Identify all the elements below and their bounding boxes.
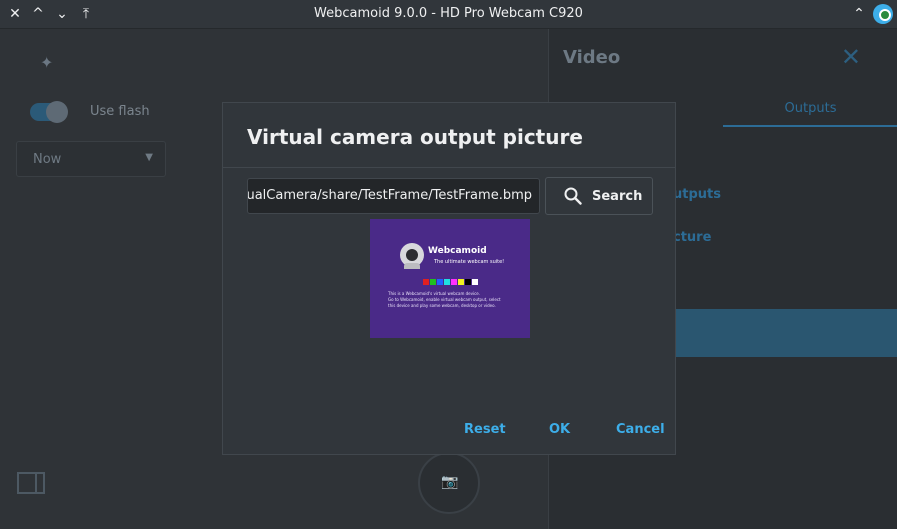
picture-path-input[interactable]: tualCamera/share/TestFrame/TestFrame.bmp	[247, 178, 540, 214]
color-bars	[423, 279, 479, 285]
output-picture-dialog: Virtual camera output picture tualCamera…	[222, 102, 676, 455]
timer-value: Now	[33, 152, 62, 167]
timer-dropdown[interactable]: Now ▼	[16, 141, 166, 177]
output-picture-option[interactable]: cture	[673, 230, 711, 245]
webcamoid-icon[interactable]	[873, 4, 893, 24]
color-bar	[451, 279, 457, 285]
color-bar	[444, 279, 450, 285]
color-bar	[437, 279, 443, 285]
color-bar	[423, 279, 429, 285]
picture-path-value: tualCamera/share/TestFrame/TestFrame.bmp	[247, 188, 532, 203]
dialog-divider	[223, 167, 675, 168]
selected-device-row[interactable]	[673, 309, 897, 357]
use-flash-switch[interactable]	[30, 101, 68, 123]
outputs-option[interactable]: utputs	[673, 187, 721, 202]
output-picture-preview: Webcamoid The ultimate webcam suite! Thi…	[370, 219, 530, 338]
title-bar: ✕ ^ ⌄ ⤒ Webcamoid 9.0.0 - HD Pro Webcam …	[0, 0, 897, 29]
dialog-title: Virtual camera output picture	[247, 125, 583, 149]
camera-icon: 📷	[441, 474, 459, 490]
use-flash-label: Use flash	[90, 104, 150, 119]
active-tab-indicator	[723, 125, 897, 127]
search-button[interactable]: Search	[545, 177, 653, 215]
preview-text-line: Go to Webcamoid, enable virtual webcam o…	[388, 297, 501, 302]
preview-text-line: This is a Webcamoid's virtual webcam dev…	[388, 291, 481, 296]
tab-outputs[interactable]: Outputs	[723, 101, 897, 116]
take-photo-button[interactable]: 📷	[418, 452, 480, 514]
reset-button[interactable]: Reset	[464, 422, 506, 437]
preview-brand: Webcamoid	[428, 246, 487, 256]
search-icon	[564, 187, 582, 205]
color-bar	[430, 279, 436, 285]
magic-wand-icon[interactable]: ✦	[40, 53, 53, 72]
sidebar-toggle-icon[interactable]	[16, 469, 48, 497]
color-bar	[465, 279, 471, 285]
cancel-button[interactable]: Cancel	[616, 422, 665, 437]
window-title: Webcamoid 9.0.0 - HD Pro Webcam C920	[314, 6, 583, 21]
ok-button[interactable]: OK	[549, 422, 570, 437]
webcam-logo-stand	[404, 263, 420, 269]
preview-tagline: The ultimate webcam suite!	[434, 259, 505, 265]
chevron-down-icon: ▼	[145, 152, 153, 163]
color-bar	[472, 279, 478, 285]
video-panel-title: Video	[563, 47, 621, 68]
preview-text-line: this device and play some webcam, deskto…	[388, 303, 496, 308]
color-bar	[458, 279, 464, 285]
keep-above-button[interactable]: ⌃	[849, 4, 869, 24]
search-label: Search	[592, 189, 643, 204]
close-icon[interactable]: ✕	[841, 43, 861, 71]
